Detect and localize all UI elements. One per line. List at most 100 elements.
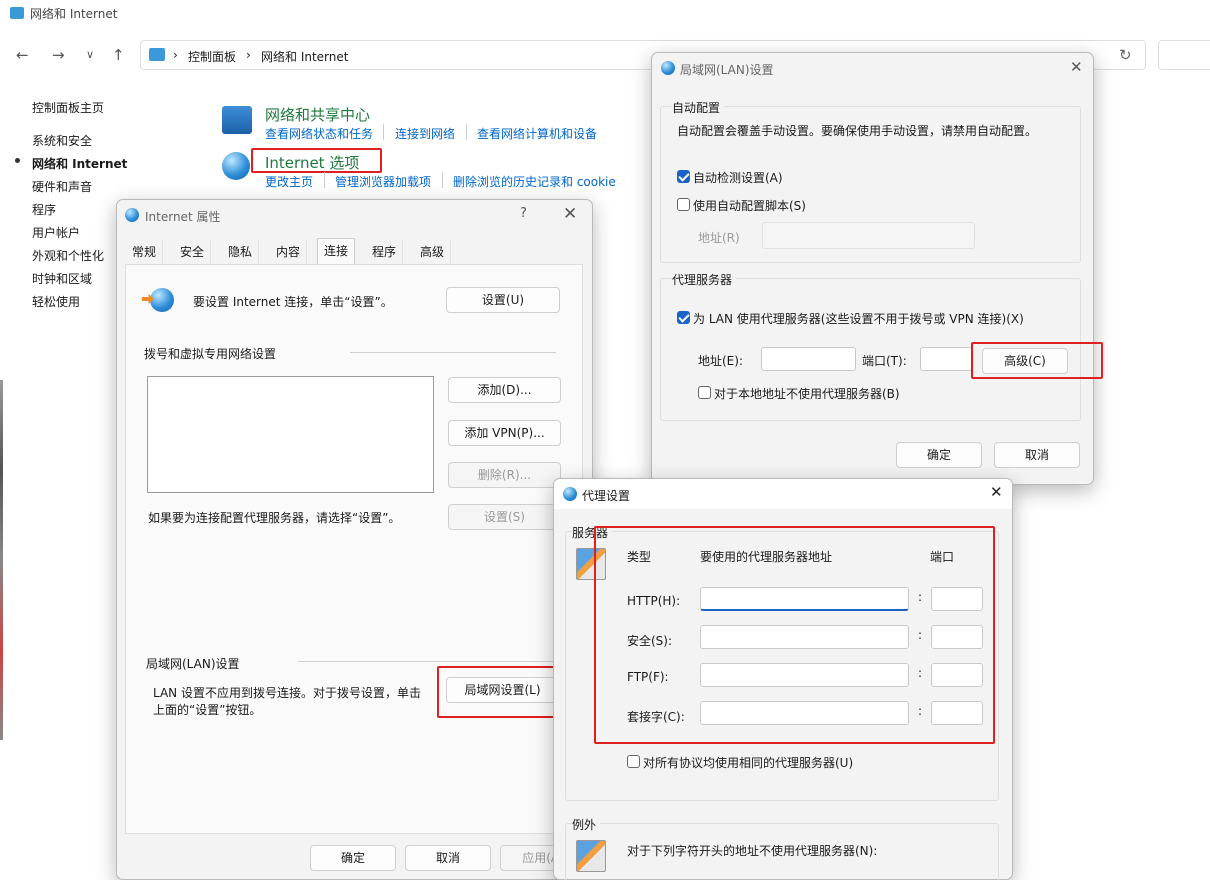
proxy-address-label: 地址(E):: [698, 354, 743, 368]
lan-settings-button[interactable]: 局域网设置(L): [446, 677, 559, 703]
divider: [298, 661, 556, 662]
same-proxy-checkbox[interactable]: [627, 755, 640, 768]
close-icon[interactable]: ✕: [990, 483, 1003, 501]
cancel-button[interactable]: 取消: [405, 845, 491, 871]
link-connect[interactable]: 连接到网络: [395, 125, 455, 142]
dial-group-title: 拨号和虚拟专用网络设置: [144, 347, 277, 361]
add-vpn-button[interactable]: 添加 VPN(P)...: [448, 420, 561, 446]
ftp-address-input[interactable]: [700, 663, 909, 687]
control-panel-icon: [10, 7, 24, 19]
add-button[interactable]: 添加(D)...: [448, 377, 561, 403]
proxy-address-input[interactable]: [761, 347, 856, 371]
auto-detect-checkbox[interactable]: [677, 170, 690, 183]
refresh-icon[interactable]: ↻: [1119, 46, 1132, 64]
breadcrumb-current[interactable]: 网络和 Internet: [261, 48, 348, 65]
lan-cancel-button[interactable]: 取消: [994, 442, 1080, 468]
nav-item-security[interactable]: 系统和安全: [32, 132, 92, 149]
same-proxy-label[interactable]: 对所有协议均使用相同的代理服务器(U): [643, 754, 853, 771]
breadcrumb-root[interactable]: 控制面板: [188, 48, 236, 65]
use-proxy-checkbox[interactable]: [677, 311, 690, 324]
bypass-local-checkbox[interactable]: [698, 386, 711, 399]
auto-detect-label[interactable]: 自动检测设置(A): [693, 169, 783, 186]
internet-options-icon: [222, 152, 250, 180]
link-manage-addons[interactable]: 管理浏览器加载项: [335, 173, 431, 190]
auto-config-title: 自动配置: [672, 99, 725, 116]
secure-port-input[interactable]: [931, 625, 983, 649]
tab-general[interactable]: 常规: [126, 240, 164, 264]
nav-item-programs[interactable]: 程序: [32, 201, 56, 218]
tab-security[interactable]: 安全: [174, 240, 212, 264]
close-icon[interactable]: ✕: [1070, 58, 1083, 76]
help-icon[interactable]: ?: [520, 206, 527, 221]
sharing-title[interactable]: 网络和共享中心: [265, 104, 370, 125]
connection-globe-icon: [150, 288, 174, 312]
advanced-button[interactable]: 高级(C): [982, 348, 1068, 374]
col-type: 类型: [627, 550, 652, 564]
tab-advanced[interactable]: 高级: [414, 240, 452, 264]
search-input[interactable]: [1158, 40, 1210, 70]
divider: [383, 124, 384, 140]
socks-port-input[interactable]: [931, 701, 983, 725]
link-change-home[interactable]: 更改主页: [265, 173, 313, 190]
dialog-title: 代理设置: [582, 489, 631, 503]
proxy-port-input[interactable]: [920, 347, 972, 371]
tab-content[interactable]: 内容: [270, 240, 308, 264]
socks-label: 套接字(C):: [627, 710, 685, 724]
use-script-checkbox[interactable]: [677, 198, 690, 211]
tab-programs[interactable]: 程序: [366, 240, 404, 264]
script-address-input[interactable]: [762, 222, 975, 249]
window-title: 网络和 Internet: [30, 6, 118, 21]
colon: :: [918, 590, 923, 604]
up-arrow-icon[interactable]: ↑: [112, 46, 125, 64]
nav-item-ease[interactable]: 轻松使用: [32, 293, 80, 310]
dialog-titlebar: 代理设置 ✕: [554, 479, 1012, 509]
nav-item-home[interactable]: 控制面板主页: [32, 99, 104, 116]
link-view-computers[interactable]: 查看网络计算机和设备: [477, 125, 597, 142]
nav-item-hardware[interactable]: 硬件和声音: [32, 178, 92, 195]
dialog-title: 局域网(LAN)设置: [680, 63, 774, 77]
nav-item-network[interactable]: 网络和 Internet: [32, 155, 127, 172]
chevron-down-icon[interactable]: ∨: [86, 48, 94, 61]
internet-options-title[interactable]: Internet 选项: [265, 152, 359, 173]
forward-arrow-icon[interactable]: →: [52, 46, 65, 64]
http-label: HTTP(H):: [627, 594, 681, 608]
auto-config-desc: 自动配置会覆盖手动设置。要确保使用手动设置，请禁用自动配置。: [677, 124, 1038, 138]
servers-title: 服务器: [572, 524, 613, 541]
nav-item-appearance[interactable]: 外观和个性化: [32, 247, 104, 264]
back-arrow-icon[interactable]: ←: [16, 46, 29, 64]
link-network-status[interactable]: 查看网络状态和任务: [265, 125, 373, 142]
proxy-hint: 如果要为连接配置代理服务器，请选择“设置”。: [148, 511, 401, 525]
globe-icon: [125, 208, 139, 222]
http-address-input[interactable]: [700, 587, 909, 611]
ok-button[interactable]: 确定: [310, 845, 396, 871]
exceptions-icon: [576, 840, 606, 872]
colon: :: [918, 704, 923, 718]
tab-privacy[interactable]: 隐私: [222, 240, 260, 264]
active-bullet: [15, 158, 20, 163]
exceptions-title: 例外: [572, 816, 601, 833]
settings-button[interactable]: 设置(S): [448, 504, 561, 530]
use-proxy-label[interactable]: 为 LAN 使用代理服务器(这些设置不用于拨号或 VPN 连接)(X): [693, 310, 1024, 327]
socks-address-input[interactable]: [700, 701, 909, 725]
close-icon[interactable]: ✕: [563, 204, 577, 224]
http-port-input[interactable]: [931, 587, 983, 611]
setup-button[interactable]: 设置(U): [446, 287, 560, 313]
nav-item-clock[interactable]: 时钟和区域: [32, 270, 92, 287]
connections-list[interactable]: [147, 376, 434, 493]
globe-icon: [661, 61, 675, 75]
link-delete-history[interactable]: 删除浏览的历史记录和 cookie: [453, 173, 616, 190]
divider: [324, 172, 325, 188]
dialog-titlebar: 局域网(LAN)设置 ✕: [652, 53, 1093, 83]
bypass-local-label[interactable]: 对于本地地址不使用代理服务器(B): [714, 385, 900, 402]
divider: [466, 124, 467, 140]
ftp-port-input[interactable]: [931, 663, 983, 687]
script-address-label: 地址(R): [698, 231, 740, 245]
globe-icon: [563, 487, 577, 501]
nav-item-accounts[interactable]: 用户帐户: [32, 224, 80, 241]
tab-connections[interactable]: 连接: [317, 238, 356, 264]
secure-address-input[interactable]: [700, 625, 909, 649]
lan-group-title: 局域网(LAN)设置: [146, 657, 240, 671]
lan-ok-button[interactable]: 确定: [896, 442, 982, 468]
remove-button[interactable]: 删除(R)...: [448, 462, 561, 488]
use-script-label[interactable]: 使用自动配置脚本(S): [693, 197, 806, 214]
